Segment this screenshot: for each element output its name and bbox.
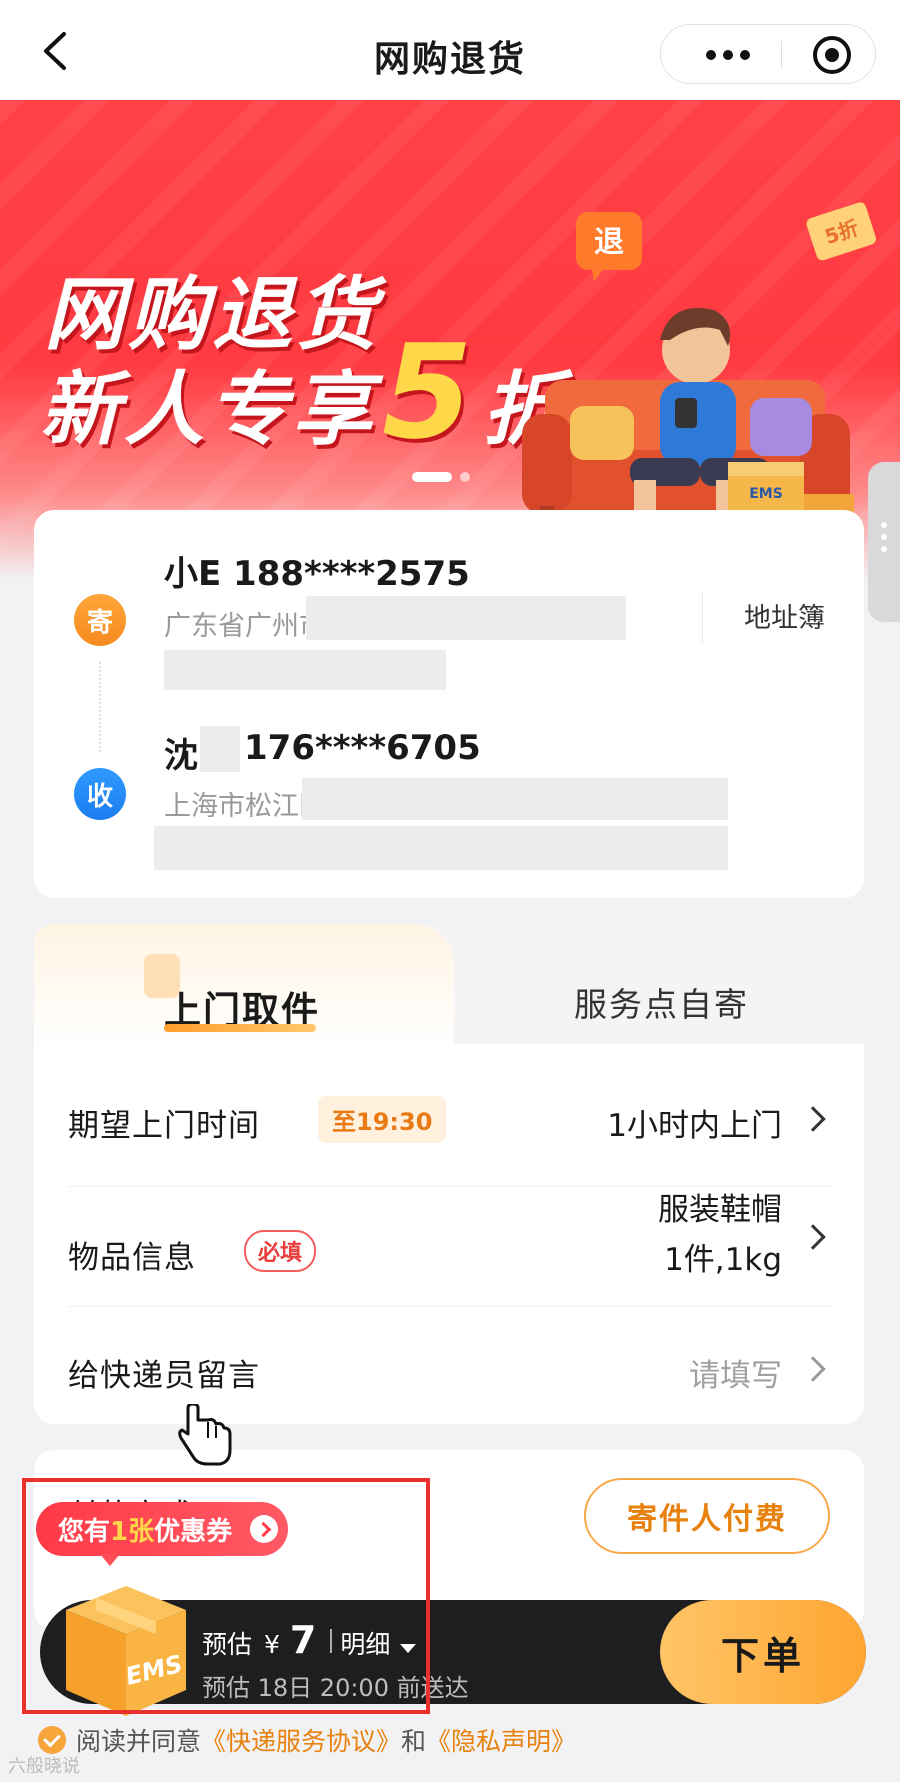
place-order-button[interactable]: 下单 — [660, 1600, 866, 1704]
sender-pays-button[interactable]: 寄件人付费 — [584, 1478, 830, 1554]
tab-home-pickup[interactable]: 上门取件 — [34, 924, 454, 1049]
watermark: 六般晓说 — [8, 1756, 80, 1777]
pickup-deadline-chip: 至19:30 — [318, 1096, 447, 1143]
redacted-sender-address-line2 — [164, 650, 446, 690]
banner-subheadline-prefix: 新人专享 — [40, 363, 376, 456]
sender-address[interactable]: 广东省广州市 — [164, 604, 326, 643]
item-category-value: 服装鞋帽 — [658, 1192, 782, 1228]
pickup-time-value: 1小时内上门 — [607, 1108, 782, 1144]
row-divider — [68, 1306, 830, 1307]
banner-pagination — [412, 472, 470, 482]
pickup-time-row[interactable]: 期望上门时间 至19:30 1小时内上门 — [68, 1096, 830, 1160]
address-book-divider — [702, 590, 703, 644]
item-quantity-weight-value: 1件,1kg — [664, 1242, 782, 1278]
courier-note-input[interactable]: 请填写 — [689, 1350, 782, 1395]
speech-bubble-text: 退 — [594, 225, 624, 260]
agreement-and: 和 — [401, 1727, 427, 1756]
courier-note-label: 给快递员留言 — [68, 1358, 260, 1394]
return-speech-bubble: 退 — [576, 212, 642, 282]
banner-dot-active[interactable] — [412, 472, 452, 482]
svg-text:EMS: EMS — [749, 486, 783, 502]
privacy-statement-link[interactable]: 《隐私声明》 — [426, 1722, 576, 1758]
active-tab-underline — [164, 1024, 316, 1032]
address-card: 寄 小E 188****2575 广东省广州市 地址簿 收 沈 176****6… — [34, 510, 864, 898]
item-info-label: 物品信息 — [68, 1240, 196, 1276]
receiver-phone[interactable]: 176****6705 — [244, 728, 481, 768]
agreement-prefix: 阅读并同意 — [76, 1727, 202, 1756]
redacted-sender-address — [306, 596, 626, 640]
highlight-annotation-box — [22, 1478, 430, 1714]
banner-illustration: 退 5折 EMS — [522, 202, 877, 546]
close-mini-program-icon[interactable] — [813, 36, 851, 74]
courier-note-row[interactable]: 给快递员留言 请填写 — [68, 1350, 830, 1410]
capsule-divider — [781, 41, 782, 69]
side-drawer-handle[interactable] — [868, 462, 900, 622]
receiver-badge: 收 — [74, 768, 126, 820]
redacted-receiver-name — [200, 726, 240, 772]
chevron-right-icon — [800, 1356, 826, 1382]
banner-discount-number: 5 — [382, 316, 477, 468]
service-agreement-link[interactable]: 《快递服务协议》 — [201, 1722, 401, 1758]
banner-dot[interactable] — [460, 472, 470, 482]
more-menu-icon[interactable] — [683, 25, 773, 85]
redacted-receiver-address-line2 — [154, 826, 728, 870]
agreement-row: 阅读并同意 《快递服务协议》 和 《隐私声明》 — [38, 1722, 576, 1758]
agreement-checkbox[interactable] — [38, 1726, 66, 1754]
banner-subheadline: 新人专享 5 折 — [40, 316, 566, 468]
pickup-time-label: 期望上门时间 — [68, 1108, 260, 1144]
route-connector — [99, 662, 101, 752]
tab-self-drop-off[interactable]: 服务点自寄 — [574, 978, 749, 1026]
chevron-right-icon — [800, 1106, 826, 1132]
discount-tag: 5折 — [806, 202, 877, 261]
promo-banner[interactable]: 网购退货 新人专享 5 折 退 5折 EMS — [0, 100, 900, 580]
top-bar: 网购退货 — [0, 0, 900, 100]
chevron-right-icon — [800, 1224, 826, 1250]
sender-name-phone[interactable]: 小E 188****2575 — [164, 546, 470, 595]
address-book-link[interactable]: 地址簿 — [744, 596, 825, 635]
sender-badge: 寄 — [74, 594, 126, 646]
redacted-receiver-address — [302, 778, 728, 820]
item-info-row[interactable]: 物品信息 必填 服装鞋帽 1件,1kg — [68, 1192, 830, 1288]
pickup-service-card: 上门取件 服务点自寄 期望上门时间 至19:30 1小时内上门 物品信息 必填 … — [34, 924, 864, 1424]
required-chip: 必填 — [244, 1230, 317, 1272]
pointing-hand-cursor-icon — [178, 1404, 232, 1466]
mini-program-capsule — [660, 24, 876, 84]
service-form: 期望上门时间 至19:30 1小时内上门 物品信息 必填 服装鞋帽 1件,1kg… — [34, 1044, 864, 1424]
receiver-name[interactable]: 沈 — [164, 728, 198, 777]
